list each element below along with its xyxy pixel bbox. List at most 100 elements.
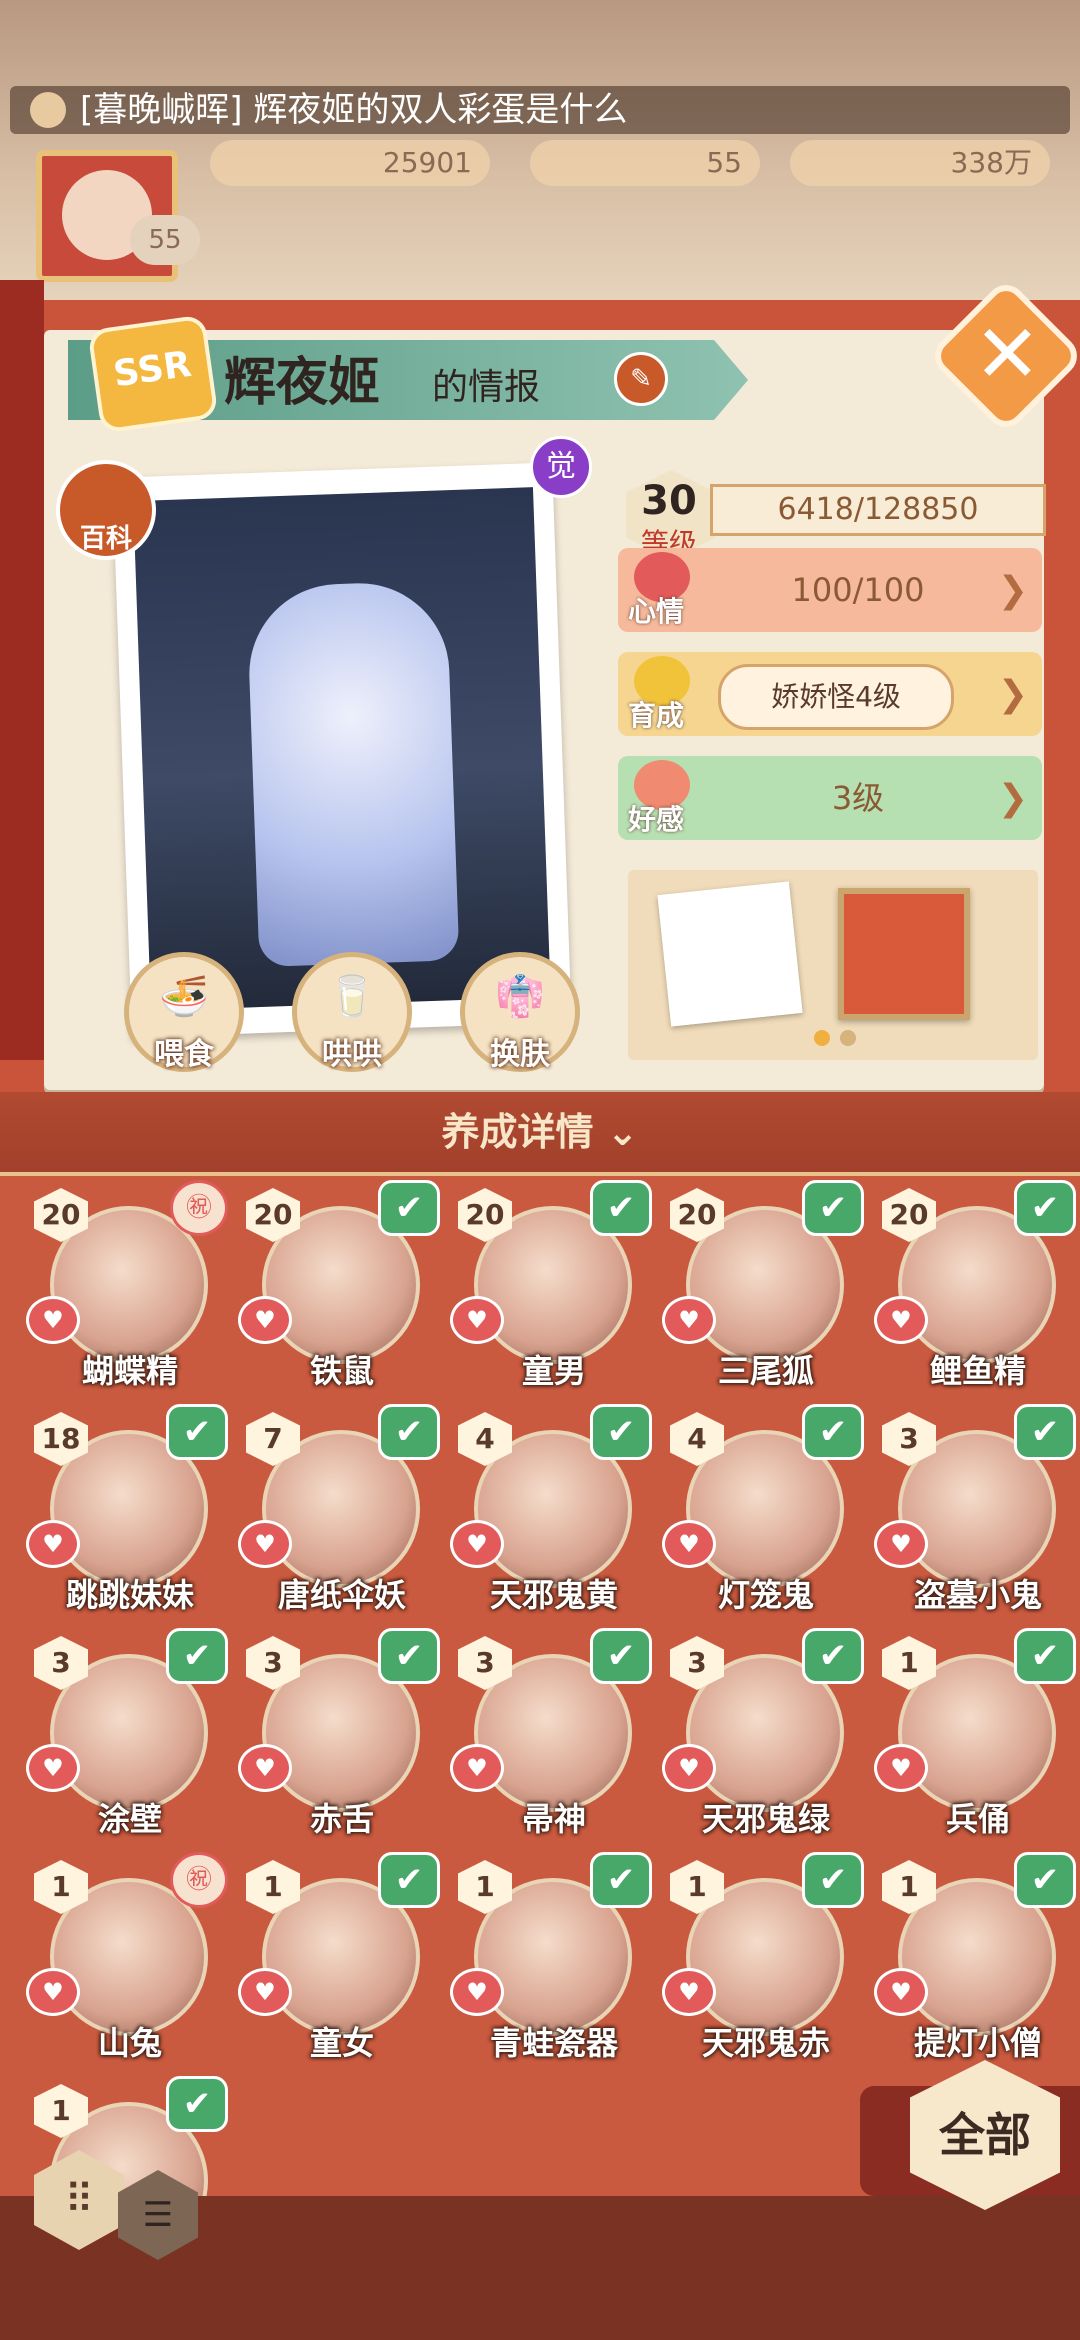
shikigami-name: 提灯小僧 [913, 2024, 1042, 2062]
check-icon: ✔ [1014, 1180, 1076, 1236]
chevron-right-icon: ❯ [997, 570, 1028, 611]
shikigami-card[interactable]: 1 ✔ ♥ 提灯小僧 [868, 1848, 1076, 2068]
shikigami-card[interactable]: 1 ✔ ♥ 童女 [232, 1848, 440, 2068]
shikigami-name: 灯笼鬼 [717, 1576, 814, 1614]
check-icon: ✔ [166, 2076, 228, 2132]
banner-text: [暮晚峸晖] 辉夜姬的双人彩蛋是什么 [80, 90, 628, 130]
character-figure [246, 580, 460, 968]
player-level: 55 [130, 215, 200, 265]
flower-icon [30, 92, 66, 128]
shikigami-card[interactable]: 4 ✔ ♥ 灯笼鬼 [656, 1400, 864, 1620]
shikigami-card[interactable]: 20 ㊗ ♥ 蝴蝶精 [20, 1176, 228, 1396]
shikigami-name: 天邪鬼绿 [701, 1800, 830, 1838]
heart-icon: ♥ [662, 1744, 716, 1792]
check-icon: ✔ [378, 1180, 440, 1236]
nurture-details-header[interactable]: 养成详情 ⌄ [0, 1092, 1080, 1176]
shikigami-card[interactable]: 1 ✔ ♥ 青蛙瓷器 [444, 1848, 652, 2068]
shikigami-name: 辉夜姬 [224, 353, 381, 413]
shikigami-card[interactable]: 7 ✔ ♥ 唐纸伞妖 [232, 1400, 440, 1620]
shikigami-card[interactable]: 1 ✔ ♥ 兵俑 [868, 1624, 1076, 1844]
shikigami-name: 鲤鱼精 [929, 1352, 1026, 1390]
carousel-dot-active[interactable] [814, 1030, 830, 1046]
shikigami-card[interactable]: 1 ㊗ ♥ 山兔 [20, 1848, 228, 2068]
encyclopedia-button[interactable]: 百科 [56, 460, 156, 560]
shikigami-name: 兵俑 [945, 1800, 1010, 1838]
shikigami-name: 铁鼠 [309, 1352, 374, 1390]
edit-icon[interactable]: ✎ [614, 352, 668, 406]
notice-banner[interactable]: [暮晚峸晖] 辉夜姬的双人彩蛋是什么 [10, 86, 1070, 134]
gift-carousel[interactable] [628, 870, 1038, 1060]
heart-icon: ♥ [874, 1968, 928, 2016]
resource-stamina[interactable]: 55 [530, 140, 760, 186]
heart-icon: ♥ [874, 1520, 928, 1568]
heart-icon: ♥ [874, 1296, 928, 1344]
shikigami-card[interactable]: 20 ✔ ♥ 鲤鱼精 [868, 1176, 1076, 1396]
check-icon: ✔ [166, 1404, 228, 1460]
nurture-row[interactable]: 育成 娇娇怪4级 ❯ [618, 652, 1042, 736]
coax-button[interactable]: 🥛 哄哄 [292, 952, 412, 1072]
check-icon: ✔ [802, 1628, 864, 1684]
shikigami-name: 蝴蝶精 [81, 1352, 178, 1390]
check-icon: ✔ [590, 1180, 652, 1236]
heart-icon: ♥ [238, 1296, 292, 1344]
close-icon: ✕ [973, 307, 1041, 401]
shikigami-name: 盗墓小鬼 [913, 1576, 1042, 1614]
check-icon: ✔ [1014, 1852, 1076, 1908]
heart-icon: ♥ [26, 1968, 80, 2016]
shikigami-name: 三尾狐 [717, 1352, 814, 1390]
bowl-icon: 🍜 [159, 974, 209, 1020]
feed-button[interactable]: 🍜 喂食 [124, 952, 244, 1072]
chevron-right-icon: ❯ [997, 674, 1028, 715]
heart-icon: ♥ [238, 1968, 292, 2016]
milk-icon: 🥛 [327, 974, 377, 1020]
heart-icon: ♥ [662, 1968, 716, 2016]
heart-icon: ♥ [26, 1520, 80, 1568]
change-skin-button[interactable]: 👘 换肤 [460, 952, 580, 1072]
shikigami-name: 帚神 [521, 1800, 586, 1838]
shikigami-name: 青蛙瓷器 [489, 2024, 618, 2062]
resource-jade[interactable]: 25901 [210, 140, 490, 186]
shikigami-name: 涂壁 [97, 1800, 162, 1838]
heart-icon: ♥ [662, 1520, 716, 1568]
shikigami-card[interactable]: 3 ✔ ♥ 赤舌 [232, 1624, 440, 1844]
food-card[interactable] [657, 881, 803, 1027]
affection-row[interactable]: 好感 3级 ❯ [618, 756, 1042, 840]
heart-icon: ♥ [238, 1744, 292, 1792]
heart-icon: ♥ [450, 1744, 504, 1792]
heart-icon: ♥ [450, 1520, 504, 1568]
heart-icon: ♥ [450, 1296, 504, 1344]
check-icon: ✔ [1014, 1628, 1076, 1684]
shikigami-card[interactable]: 3 ✔ ♥ 帚神 [444, 1624, 652, 1844]
shikigami-name: 天邪鬼黄 [489, 1576, 618, 1614]
heart-icon: ♥ [26, 1296, 80, 1344]
heart-icon: ♥ [662, 1296, 716, 1344]
exp-progress: 6418/128850 [710, 484, 1046, 536]
shikigami-info-panel: SSR 辉夜姬 的情报 ✎ 百科 觉 🍜 喂食 🥛 哄哄 👘 换肤 30 等级 … [44, 314, 1046, 1090]
daruma-card[interactable] [838, 888, 970, 1020]
carousel-dot[interactable] [840, 1030, 856, 1046]
shikigami-card[interactable]: 20 ✔ ♥ 铁鼠 [232, 1176, 440, 1396]
heart-icon: ♥ [874, 1744, 928, 1792]
shikigami-card[interactable]: 20 ✔ ♥ 三尾狐 [656, 1176, 864, 1396]
check-icon: ✔ [590, 1628, 652, 1684]
check-icon: ✔ [378, 1628, 440, 1684]
shikigami-card[interactable]: 20 ✔ ♥ 童男 [444, 1176, 652, 1396]
shikigami-name: 唐纸伞妖 [277, 1576, 406, 1614]
panel-left-strip [0, 280, 44, 1060]
outfit-icon: 👘 [495, 974, 545, 1020]
shikigami-card[interactable]: 3 ✔ ♥ 天邪鬼绿 [656, 1624, 864, 1844]
rank-badge: SSR [87, 314, 219, 434]
heart-icon: ♥ [26, 1744, 80, 1792]
shikigami-card[interactable]: 3 ✔ ♥ 涂壁 [20, 1624, 228, 1844]
shikigami-card[interactable]: 18 ✔ ♥ 跳跳妹妹 [20, 1400, 228, 1620]
shikigami-card[interactable]: 1 ✔ ♥ 天邪鬼赤 [656, 1848, 864, 2068]
check-icon: ✔ [590, 1852, 652, 1908]
shikigami-name: 赤舌 [309, 1800, 374, 1838]
check-icon: ✔ [802, 1180, 864, 1236]
resource-coin[interactable]: 338万 [790, 140, 1050, 186]
shikigami-card[interactable]: 3 ✔ ♥ 盗墓小鬼 [868, 1400, 1076, 1620]
check-icon: ✔ [802, 1404, 864, 1460]
mood-row[interactable]: 心情 100/100 ❯ [618, 548, 1042, 632]
chevron-right-icon: ❯ [997, 778, 1028, 819]
shikigami-card[interactable]: 4 ✔ ♥ 天邪鬼黄 [444, 1400, 652, 1620]
